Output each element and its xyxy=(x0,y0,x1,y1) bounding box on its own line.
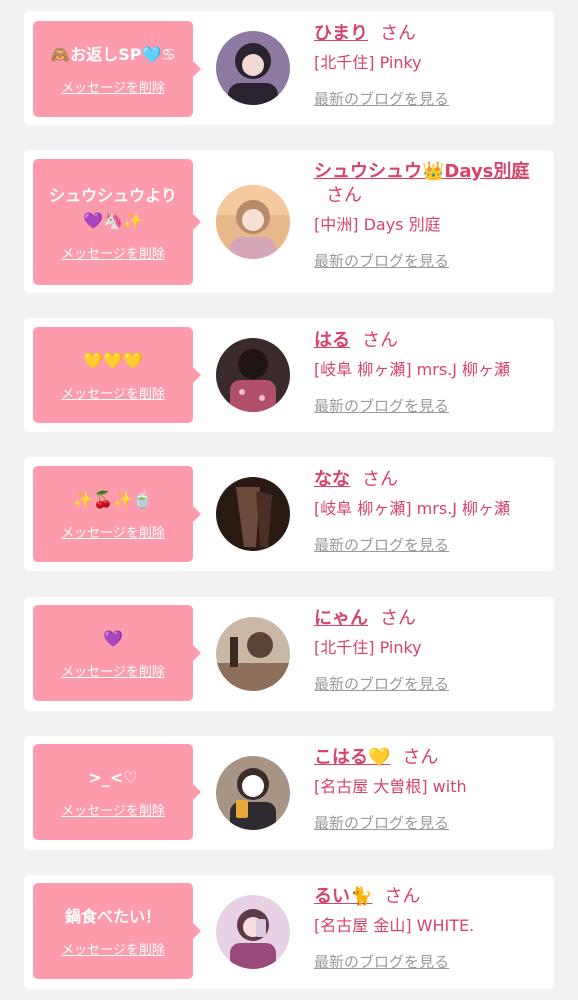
girl-portrait-icon xyxy=(216,617,290,691)
girl-info: るい🐈 さん [名古屋 金山] WHITE. 最新のブログを見る xyxy=(314,885,546,972)
message-text: シュウシュウより 💜🦄✨ xyxy=(49,185,177,230)
shop-label: [名古屋 大曽根] with xyxy=(314,777,467,796)
name-line: るい🐈 さん xyxy=(314,885,546,909)
message-bubble: 鍋食べたい！ メッセージを削除 xyxy=(33,883,201,979)
message-text: 💜 xyxy=(103,629,123,648)
delete-message-link[interactable]: メッセージを削除 xyxy=(61,522,165,541)
avatar[interactable] xyxy=(216,477,290,551)
girl-portrait-icon xyxy=(216,756,290,830)
message-text: 🙈お返しSP🩵♋ xyxy=(50,45,176,64)
girl-name-link[interactable]: にゃん xyxy=(314,608,368,629)
avatar[interactable] xyxy=(216,31,290,105)
message-list: 🙈お返しSP🩵♋ メッセージを削除 ひまり さん [北千住] Pinky 最新のブ… xyxy=(0,0,578,1000)
shop-label: [岐阜 柳ヶ瀬] mrs.J 柳ヶ瀬 xyxy=(314,360,511,379)
message-text: >_<♡ xyxy=(88,768,138,787)
honorific: さん xyxy=(362,330,398,351)
message-card: 🙈お返しSP🩵♋ メッセージを削除 ひまり さん [北千住] Pinky 最新のブ… xyxy=(24,11,554,125)
honorific: さん xyxy=(380,23,416,44)
shop-label: [北千住] Pinky xyxy=(314,638,422,657)
message-bubble: シュウシュウより 💜🦄✨ メッセージを削除 xyxy=(33,159,201,285)
message-text: 鍋食べたい！ xyxy=(64,907,161,926)
latest-blog-link[interactable]: 最新のブログを見る xyxy=(314,812,449,833)
girl-info: シュウシュウ👑Days別庭さん [中洲] Days 別庭 最新のブログを見る xyxy=(314,160,546,271)
girl-name-link[interactable]: なな xyxy=(314,469,350,490)
message-card: ✨🍒✨🍵 メッセージを削除 なな さん [岐阜 柳ヶ瀬] mrs.J 柳ヶ瀬 最新… xyxy=(24,457,554,571)
message-card: 鍋食べたい！ メッセージを削除 るい🐈 さん [名古屋 金山] WHITE. 最新… xyxy=(24,875,554,989)
latest-blog-link[interactable]: 最新のブログを見る xyxy=(314,673,449,694)
message-bubble: 💛💛💛 メッセージを削除 xyxy=(33,327,201,423)
girl-info: こはる💛 さん [名古屋 大曽根] with 最新のブログを見る xyxy=(314,746,546,833)
name-line: ひまり さん xyxy=(314,22,546,46)
message-bubble: 🙈お返しSP🩵♋ メッセージを削除 xyxy=(33,21,201,117)
message-bubble: ✨🍒✨🍵 メッセージを削除 xyxy=(33,466,201,562)
honorific: さん xyxy=(380,608,416,629)
message-card: シュウシュウより 💜🦄✨ メッセージを削除 シュウシュウ👑Days別庭さん [中… xyxy=(24,150,554,293)
message-bubble: 💜 メッセージを削除 xyxy=(33,605,201,701)
avatar[interactable] xyxy=(216,756,290,830)
shop-label: [北千住] Pinky xyxy=(314,53,422,72)
girl-portrait-icon xyxy=(216,895,290,969)
latest-blog-link[interactable]: 最新のブログを見る xyxy=(314,534,449,555)
delete-message-link[interactable]: メッセージを削除 xyxy=(61,939,165,958)
avatar[interactable] xyxy=(216,617,290,691)
girl-portrait-icon xyxy=(216,338,290,412)
latest-blog-link[interactable]: 最新のブログを見る xyxy=(314,88,449,109)
shop-label: [中洲] Days 別庭 xyxy=(314,215,441,234)
girl-portrait-icon xyxy=(216,477,290,551)
girl-info: ひまり さん [北千住] Pinky 最新のブログを見る xyxy=(314,22,546,109)
honorific: さん xyxy=(384,886,421,907)
message-bubble: >_<♡ メッセージを削除 xyxy=(33,744,201,840)
shop-label: [岐阜 柳ヶ瀬] mrs.J 柳ヶ瀬 xyxy=(314,499,511,518)
girl-name-link[interactable]: はる xyxy=(314,330,350,351)
girl-name-link[interactable]: るい🐈 xyxy=(314,886,372,907)
delete-message-link[interactable]: メッセージを削除 xyxy=(61,800,165,819)
name-line: こはる💛 さん xyxy=(314,746,546,770)
delete-message-link[interactable]: メッセージを削除 xyxy=(61,243,165,262)
girl-portrait-icon xyxy=(216,185,290,259)
avatar[interactable] xyxy=(216,185,290,259)
girl-name-link[interactable]: ひまり xyxy=(314,23,368,44)
name-line: にゃん さん xyxy=(314,607,546,631)
girl-name-link[interactable]: シュウシュウ👑Days別庭 xyxy=(314,161,529,182)
name-line: はる さん xyxy=(314,329,546,353)
name-line: シュウシュウ👑Days別庭さん xyxy=(314,160,546,208)
latest-blog-link[interactable]: 最新のブログを見る xyxy=(314,951,449,972)
girl-info: なな さん [岐阜 柳ヶ瀬] mrs.J 柳ヶ瀬 最新のブログを見る xyxy=(314,468,546,555)
delete-message-link[interactable]: メッセージを削除 xyxy=(61,661,165,680)
avatar[interactable] xyxy=(216,338,290,412)
girl-info: はる さん [岐阜 柳ヶ瀬] mrs.J 柳ヶ瀬 最新のブログを見る xyxy=(314,329,546,416)
name-line: なな さん xyxy=(314,468,546,492)
message-card: 💛💛💛 メッセージを削除 はる さん [岐阜 柳ヶ瀬] mrs.J 柳ヶ瀬 最新の… xyxy=(24,318,554,432)
honorific: さん xyxy=(326,185,362,206)
message-text: 💛💛💛 xyxy=(83,351,143,370)
girl-name-link[interactable]: こはる💛 xyxy=(314,747,390,768)
message-card: 💜 メッセージを削除 にゃん さん [北千住] Pinky 最新のブログを見る xyxy=(24,597,554,711)
honorific: さん xyxy=(402,747,439,768)
girl-info: にゃん さん [北千住] Pinky 最新のブログを見る xyxy=(314,607,546,694)
message-text: ✨🍒✨🍵 xyxy=(73,490,153,509)
latest-blog-link[interactable]: 最新のブログを見る xyxy=(314,395,449,416)
latest-blog-link[interactable]: 最新のブログを見る xyxy=(314,250,449,271)
avatar[interactable] xyxy=(216,895,290,969)
delete-message-link[interactable]: メッセージを削除 xyxy=(61,383,165,402)
shop-label: [名古屋 金山] WHITE. xyxy=(314,916,475,935)
girl-portrait-icon xyxy=(216,31,290,105)
delete-message-link[interactable]: メッセージを削除 xyxy=(61,77,165,96)
honorific: さん xyxy=(362,469,398,490)
message-card: >_<♡ メッセージを削除 こはる💛 さん [名古屋 大曽根] with 最新のブ… xyxy=(24,736,554,850)
